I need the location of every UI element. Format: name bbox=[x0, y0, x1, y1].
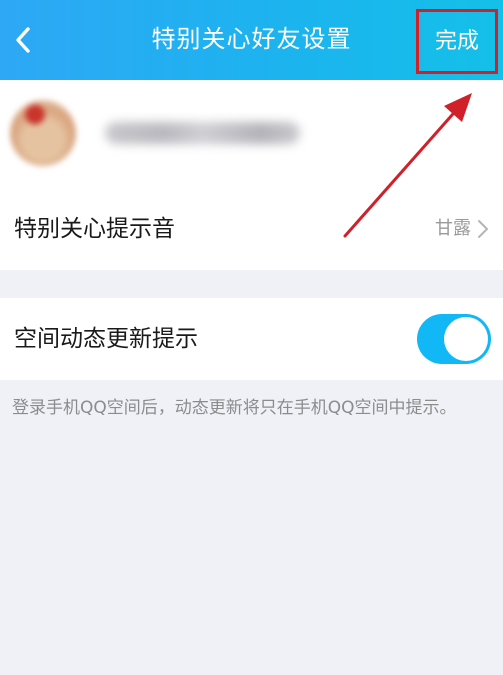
zone-updates-hint: 登录手机QQ空间后，动态更新将只在手机QQ空间中提示。 bbox=[12, 398, 457, 418]
friend-profile-row bbox=[0, 80, 503, 188]
notification-sound-row[interactable]: 特别关心提示音 甘露 bbox=[0, 188, 503, 270]
zone-updates-toggle[interactable] bbox=[417, 314, 491, 364]
zone-updates-label: 空间动态更新提示 bbox=[14, 326, 198, 352]
chevron-right-icon bbox=[477, 219, 489, 239]
notification-sound-value: 甘露 bbox=[435, 218, 471, 239]
done-button[interactable]: 完成 bbox=[416, 9, 498, 74]
avatar bbox=[10, 100, 76, 166]
notification-sound-label: 特别关心提示音 bbox=[14, 216, 175, 242]
toggle-knob bbox=[444, 317, 488, 361]
friend-name-blurred bbox=[105, 122, 300, 144]
header-bar: 特别关心好友设置 完成 bbox=[0, 0, 503, 80]
